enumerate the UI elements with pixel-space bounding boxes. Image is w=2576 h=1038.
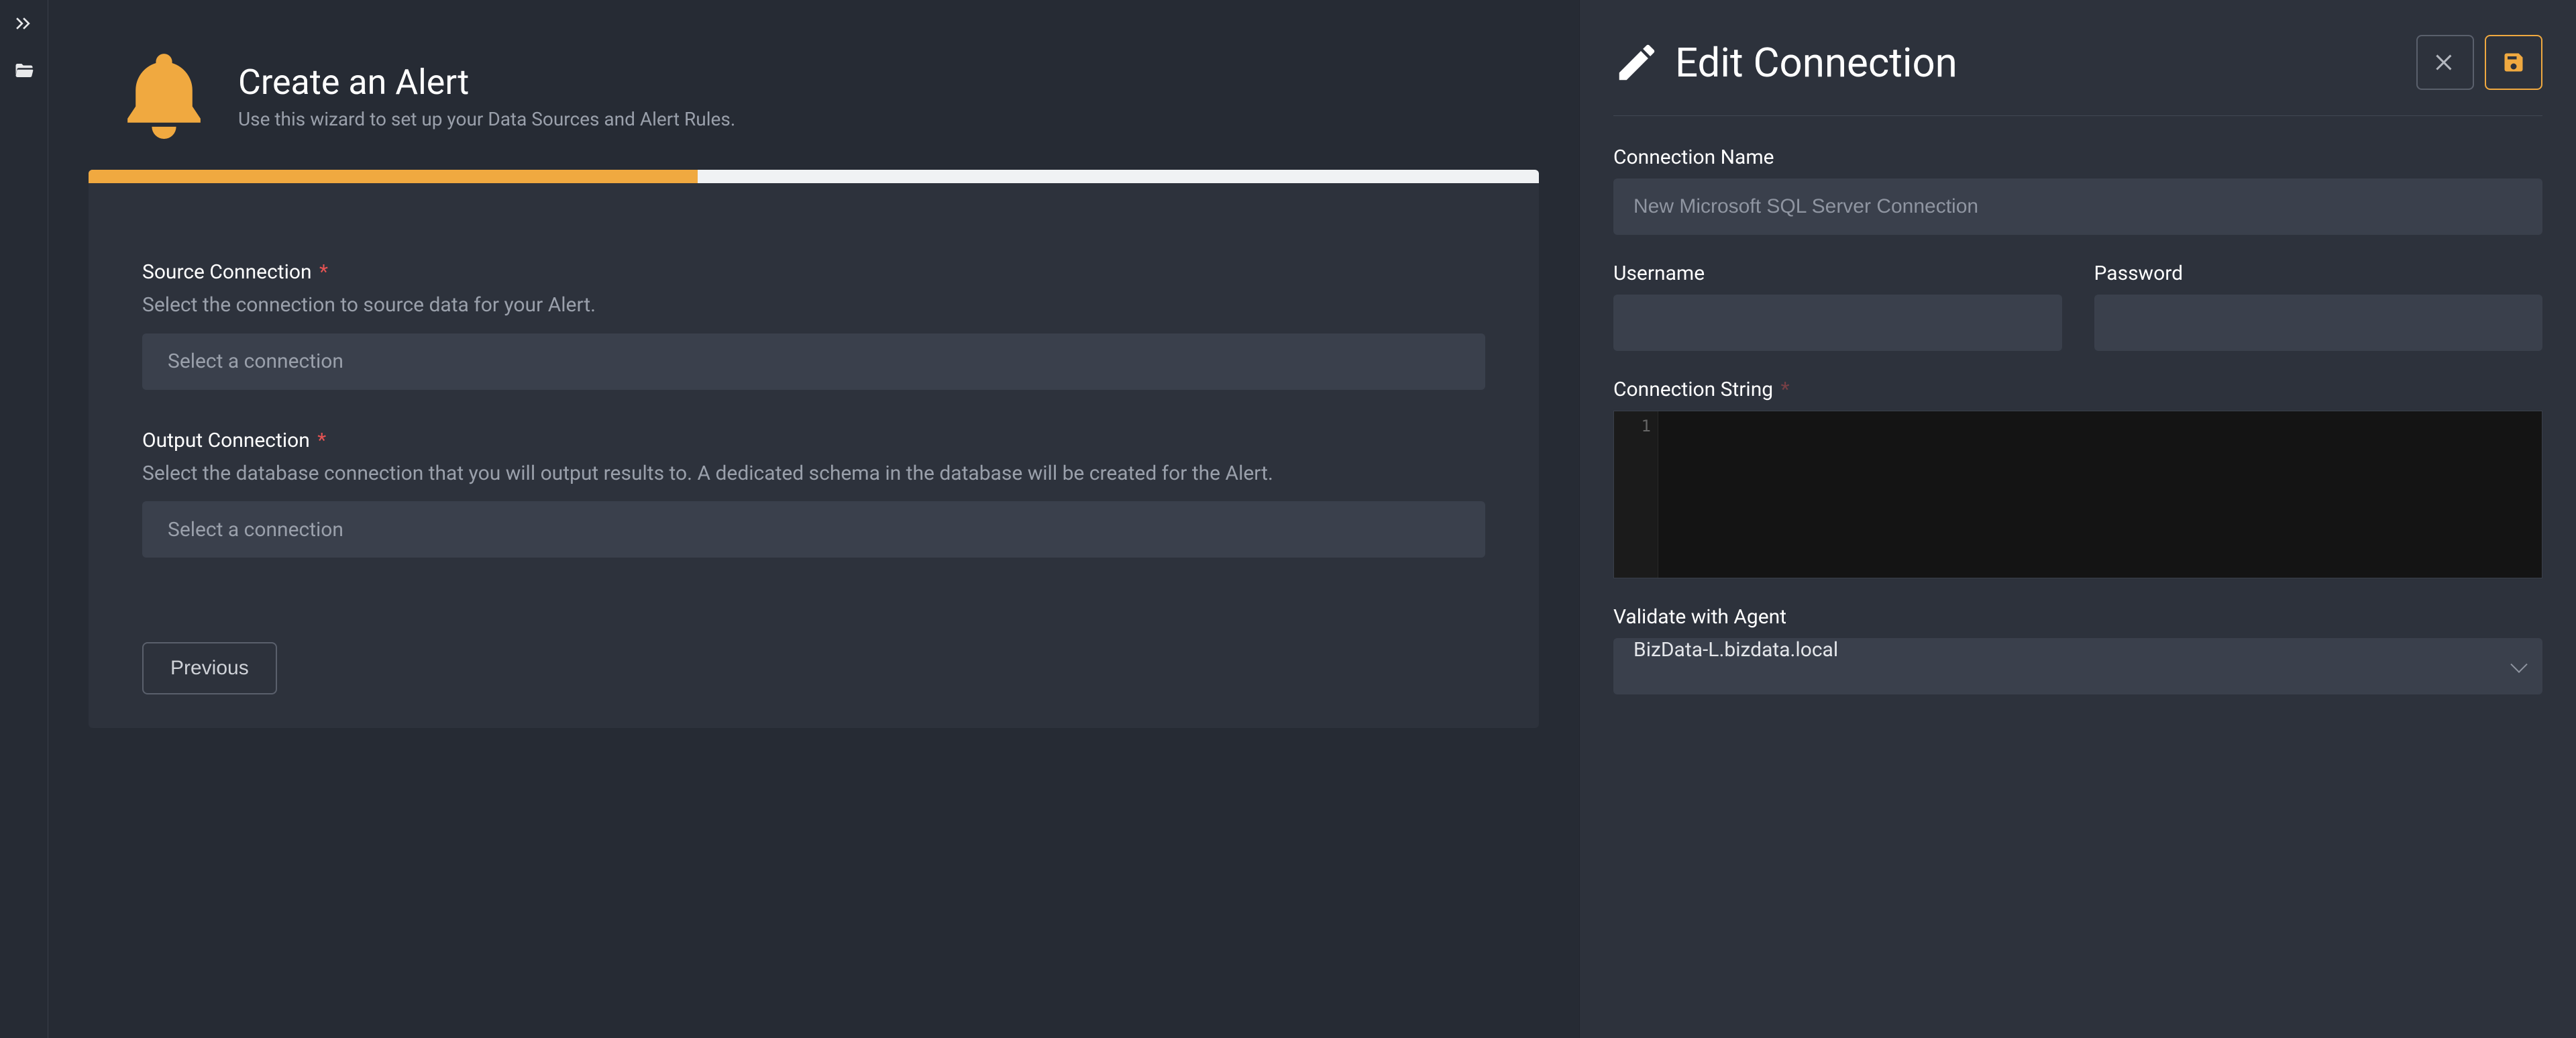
folder-open-icon: [14, 60, 34, 81]
wizard-title: Create an Alert: [238, 62, 735, 103]
save-icon: [2502, 50, 2526, 74]
connection-string-value[interactable]: [1658, 411, 2542, 578]
output-connection-help: Select the database connection that you …: [142, 459, 1485, 488]
expand-sidebar-button[interactable]: [13, 12, 36, 35]
line-number: 1: [1614, 417, 1651, 435]
required-marker: *: [317, 429, 326, 452]
code-gutter: 1: [1614, 411, 1658, 578]
output-connection-placeholder: Select a connection: [168, 518, 343, 541]
panel-title: Edit Connection: [1675, 39, 1957, 87]
edit-icon: [1613, 39, 1660, 86]
wizard-card: Create an Alert Use this wizard to set u…: [89, 46, 1539, 1038]
source-connection-select[interactable]: Select a connection: [142, 333, 1485, 390]
validate-agent-group: Validate with Agent BizData-L.bizdata.lo…: [1613, 605, 2542, 694]
connection-name-group: Connection Name: [1613, 146, 2542, 235]
edit-connection-panel: Edit Connection Connection Name Username: [1579, 0, 2576, 1038]
panel-divider: [1613, 115, 2542, 116]
connection-string-label: Connection String: [1613, 378, 1773, 401]
wizard-header: Create an Alert Use this wizard to set u…: [89, 46, 1539, 146]
folder-open-button[interactable]: [13, 59, 36, 82]
output-connection-select[interactable]: Select a connection: [142, 501, 1485, 558]
username-group: Username: [1613, 262, 2062, 351]
close-icon: [2433, 50, 2457, 74]
source-connection-field: Source Connection * Select the connectio…: [142, 260, 1485, 390]
source-connection-help: Select the connection to source data for…: [142, 291, 1485, 320]
left-rail: [0, 0, 48, 1038]
chevrons-right-icon: [14, 13, 34, 34]
close-panel-button[interactable]: [2416, 35, 2474, 90]
required-marker: *: [319, 260, 328, 284]
wizard-progress-bar: [89, 170, 1539, 183]
password-input[interactable]: [2094, 295, 2543, 351]
connection-name-input[interactable]: [1613, 178, 2542, 235]
validate-agent-select[interactable]: BizData-L.bizdata.local: [1613, 638, 2542, 694]
save-panel-button[interactable]: [2485, 35, 2542, 90]
output-connection-label: Output Connection: [142, 429, 310, 452]
wizard-progress-fill: [89, 170, 698, 183]
main-content: Create an Alert Use this wizard to set u…: [48, 0, 1579, 1038]
password-label: Password: [2094, 262, 2543, 285]
source-connection-placeholder: Select a connection: [168, 350, 343, 373]
previous-button[interactable]: Previous: [142, 642, 277, 694]
username-input[interactable]: [1613, 295, 2062, 351]
connection-name-label: Connection Name: [1613, 146, 2542, 169]
validate-agent-label: Validate with Agent: [1613, 605, 2542, 629]
source-connection-label: Source Connection: [142, 260, 312, 284]
username-label: Username: [1613, 262, 2062, 285]
wizard-body: Source Connection * Select the connectio…: [89, 170, 1539, 728]
connection-string-editor[interactable]: 1: [1613, 411, 2542, 578]
password-group: Password: [2094, 262, 2543, 351]
validate-agent-selected: BizData-L.bizdata.local: [1633, 638, 1838, 662]
wizard-subtitle: Use this wizard to set up your Data Sour…: [238, 108, 735, 130]
connection-string-group: Connection String * 1: [1613, 378, 2542, 578]
bell-icon: [115, 46, 213, 146]
output-connection-field: Output Connection * Select the database …: [142, 429, 1485, 558]
required-marker: *: [1781, 378, 1790, 401]
